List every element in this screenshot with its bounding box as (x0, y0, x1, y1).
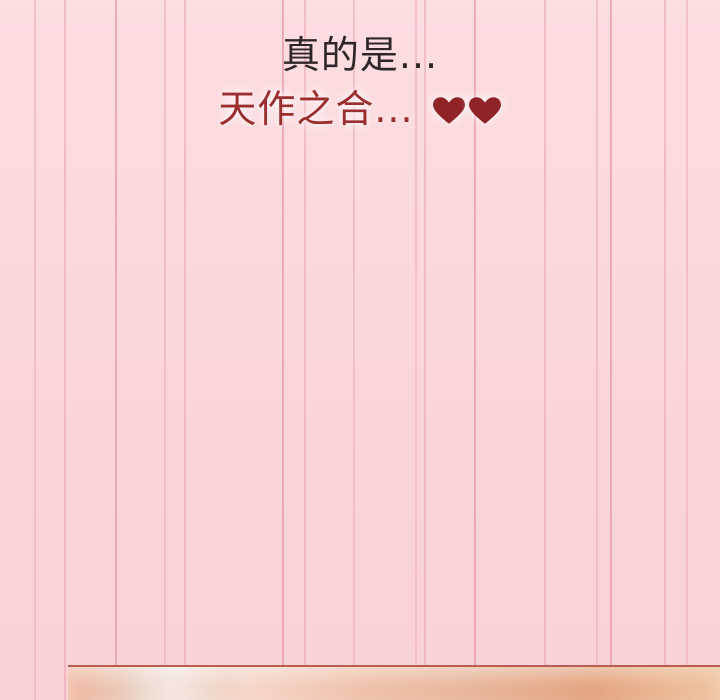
hearts-group (430, 91, 502, 135)
heart-icon (432, 97, 465, 124)
caption-line-2: 天作之合... (0, 78, 720, 135)
caption-line-2-text: 天作之合... (218, 87, 414, 131)
caption-line-1: 真的是... (281, 33, 439, 77)
heart-icon (468, 97, 501, 124)
bottom-panel (68, 665, 720, 700)
